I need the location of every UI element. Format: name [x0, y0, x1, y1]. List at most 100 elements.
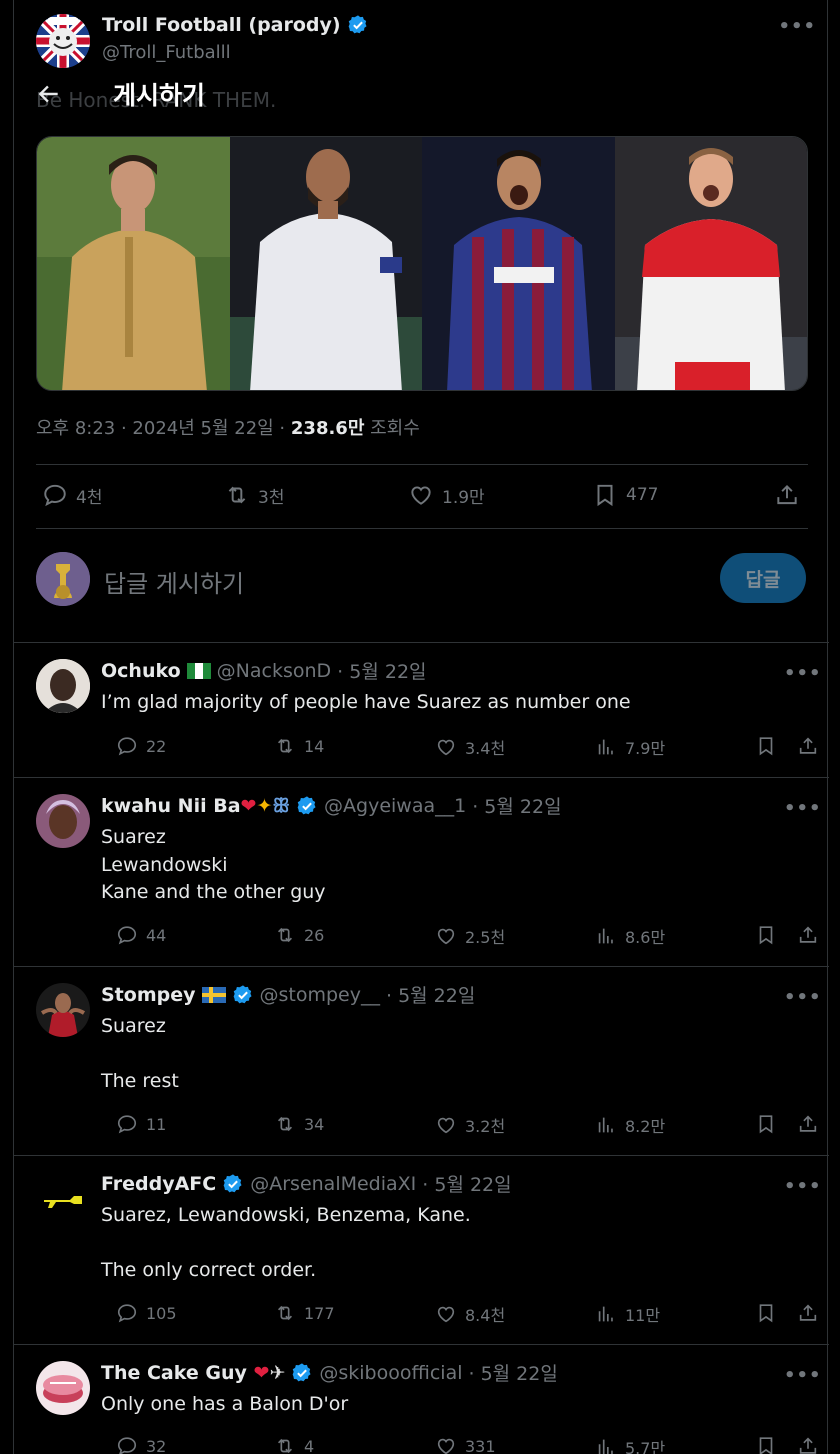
more-options-icon[interactable]: •••	[784, 1365, 822, 1386]
reply-tweet[interactable]: FreddyAFC @ArsenalMediaXI · 5월 22일 ••• S…	[14, 1156, 829, 1344]
tweet-time[interactable]: 오후 8:23 · 2024년 5월 22일 ·	[36, 418, 291, 439]
tweet-image[interactable]	[36, 136, 808, 391]
reply-tweet[interactable]: The Cake Guy ❤✈ @skibooofficial · 5월 22일…	[14, 1345, 829, 1454]
more-options-icon[interactable]: •••	[784, 1176, 822, 1197]
divider	[36, 528, 808, 529]
reply-avatar[interactable]	[36, 983, 90, 1037]
like-icon	[435, 1114, 457, 1136]
reply-text: Suarez, Lewandowski, Benzema, Kane. The …	[101, 1204, 471, 1281]
reply-date[interactable]: · 5월 22일	[337, 657, 426, 684]
views-action[interactable]: 7.9만	[595, 735, 665, 759]
reply-date[interactable]: · 5월 22일	[469, 1359, 558, 1386]
reply-text: Suarez Lewandowski Kane and the other gu…	[101, 826, 326, 903]
reply-avatar[interactable]	[36, 1361, 90, 1415]
back-arrow-icon[interactable]	[36, 81, 62, 107]
more-options-icon[interactable]: •••	[778, 16, 816, 37]
bookmark-action[interactable]	[755, 924, 777, 946]
share-button[interactable]	[774, 482, 800, 508]
bookmark-action[interactable]	[755, 1113, 777, 1135]
views-action[interactable]: 5.7만	[595, 1435, 665, 1454]
reply-action[interactable]: 32	[116, 1435, 166, 1454]
view-count: 238.6만	[290, 418, 365, 439]
bookmark-action[interactable]	[755, 1302, 777, 1324]
bookmark-stat[interactable]: 477	[592, 482, 658, 508]
more-options-icon[interactable]: •••	[784, 798, 822, 819]
share-icon	[797, 1435, 819, 1454]
retweet-action[interactable]: 34	[274, 1113, 324, 1135]
share-action[interactable]	[797, 1113, 819, 1135]
sweden-flag-icon	[201, 986, 226, 1003]
reply-author-name[interactable]: kwahu Nii Ba❤✦ꕥ	[101, 795, 290, 817]
author-avatar[interactable]	[36, 14, 90, 68]
like-action[interactable]: 331	[435, 1435, 496, 1454]
share-action[interactable]	[797, 1302, 819, 1324]
reply-action[interactable]: 22	[116, 735, 166, 757]
more-options-icon[interactable]: •••	[784, 987, 822, 1008]
retweet-action[interactable]: 177	[274, 1302, 335, 1324]
reply-author-name[interactable]: FreddyAFC	[101, 1173, 216, 1195]
reply-icon	[116, 1435, 138, 1454]
like-action[interactable]: 3.2천	[435, 1113, 505, 1137]
reply-tweet[interactable]: kwahu Nii Ba❤✦ꕥ @Agyeiwaa__1 · 5월 22일 ••…	[14, 778, 829, 966]
retweet-stat[interactable]: 3천	[224, 482, 284, 508]
share-action[interactable]	[797, 735, 819, 757]
reply-header: FreddyAFC @ArsenalMediaXI · 5월 22일	[101, 1170, 512, 1197]
reply-stat[interactable]: 4천	[42, 482, 102, 508]
like-action[interactable]: 2.5천	[435, 924, 505, 948]
reply-tweet[interactable]: Stompey @stompey__ · 5월 22일 ••• Suarez T…	[14, 967, 829, 1155]
bookmark-icon	[592, 482, 618, 508]
retweet-action[interactable]: 14	[274, 735, 324, 757]
like-action[interactable]: 8.4천	[435, 1302, 505, 1326]
reply-author-name[interactable]: The Cake Guy ❤✈	[101, 1362, 285, 1384]
bookmark-action[interactable]	[755, 735, 777, 757]
reply-author-handle[interactable]: @ArsenalMediaXI	[250, 1173, 416, 1195]
like-stat[interactable]: 1.9만	[408, 482, 485, 508]
more-options-icon[interactable]: •••	[784, 663, 822, 684]
bookmark-action[interactable]	[755, 1435, 777, 1454]
views-action[interactable]: 11만	[595, 1302, 660, 1326]
retweet-action[interactable]: 4	[274, 1435, 314, 1454]
view-count-label: 조회수	[364, 418, 420, 439]
reply-author-handle[interactable]: @stompey__	[260, 984, 380, 1006]
reply-actions: 22 14 3.4천 7.9만	[101, 735, 811, 765]
reply-actions: 44 26 2.5천 8.6만	[101, 924, 811, 954]
reply-tweet[interactable]: Ochuko @NacksonD · 5월 22일 ••• I’m glad m…	[14, 643, 829, 777]
main-column: Troll Football (parody) @Troll_Futballl …	[13, 0, 829, 1454]
verified-badge-icon	[232, 984, 254, 1006]
reply-input[interactable]: 답글 게시하기	[104, 564, 244, 599]
reply-author-handle[interactable]: @NacksonD	[217, 660, 332, 682]
reply-author-name[interactable]: Stompey	[101, 984, 196, 1006]
reply-date[interactable]: · 5월 22일	[386, 981, 475, 1008]
user-avatar[interactable]	[36, 552, 90, 606]
reply-submit-button[interactable]: 답글	[720, 553, 806, 603]
reply-action[interactable]: 105	[116, 1302, 177, 1324]
author-handle[interactable]: @Troll_Futballl	[102, 42, 231, 63]
reply-date[interactable]: · 5월 22일	[422, 1170, 511, 1197]
reply-date[interactable]: · 5월 22일	[472, 792, 561, 819]
reply-text: Only one has a Balon D'or	[101, 1393, 349, 1415]
views-icon	[595, 1436, 617, 1454]
share-action[interactable]	[797, 924, 819, 946]
retweet-icon	[274, 924, 296, 946]
reply-avatar[interactable]	[36, 659, 90, 713]
views-action[interactable]: 8.2만	[595, 1113, 665, 1137]
views-action[interactable]: 8.6만	[595, 924, 665, 948]
reply-author-name[interactable]: Ochuko	[101, 660, 181, 682]
reply-author-handle[interactable]: @Agyeiwaa__1	[324, 795, 466, 817]
author-name[interactable]: Troll Football (parody)	[102, 14, 369, 36]
share-action[interactable]	[797, 1435, 819, 1454]
like-action[interactable]: 3.4천	[435, 735, 505, 759]
reply-action[interactable]: 11	[116, 1113, 166, 1135]
reply-action[interactable]: 44	[116, 924, 166, 946]
reply-avatar[interactable]	[36, 794, 90, 848]
tweet-timestamp: 오후 8:23 · 2024년 5월 22일 · 238.6만 조회수	[36, 414, 420, 440]
reply-author-handle[interactable]: @skibooofficial	[319, 1362, 462, 1384]
reply-avatar[interactable]	[36, 1172, 90, 1226]
retweet-icon	[274, 735, 296, 757]
bookmark-icon	[755, 1435, 777, 1454]
reply-icon	[42, 482, 68, 508]
retweet-icon	[274, 1113, 296, 1135]
reply-icon	[116, 1113, 138, 1135]
views-icon	[595, 736, 617, 758]
retweet-action[interactable]: 26	[274, 924, 324, 946]
